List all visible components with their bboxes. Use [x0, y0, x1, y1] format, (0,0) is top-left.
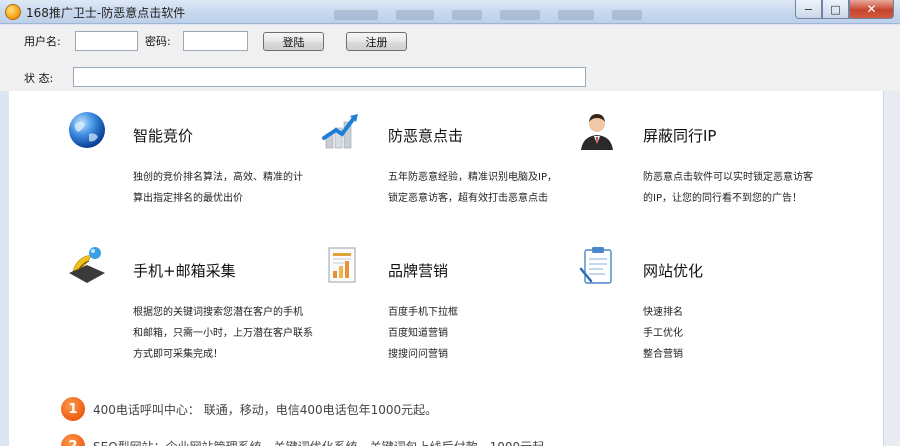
feature-title: 屏蔽同行IP	[643, 127, 717, 145]
username-input[interactable]	[75, 31, 138, 51]
maximize-button[interactable]: □	[822, 0, 849, 19]
login-form: 用户名: 密码: 登陆 注册 状 态:	[0, 25, 900, 91]
feature-line: 根据您的关键词搜索您潜在客户的手机	[133, 307, 303, 318]
background-window-ghost	[334, 5, 694, 20]
feature-line: 百度知道营销	[388, 328, 448, 339]
feature-description: 独创的竞价排名算法，高效、精准的计 算出指定排名的最优出价	[133, 167, 323, 209]
feature-line: 和邮箱，只需一小时，上万潜在客户联系	[133, 328, 313, 339]
feature-title: 网站优化	[643, 262, 704, 280]
chart-arrow-icon	[322, 114, 358, 149]
businessman-icon	[581, 114, 613, 150]
feature-line: 算出指定排名的最优出价	[133, 193, 243, 204]
login-button[interactable]: 登陆	[263, 32, 324, 51]
status-field[interactable]	[73, 67, 586, 87]
content-panel: 智能竞价 独创的竞价排名算法，高效、精准的计 算出指定排名的最优出价 防恶意点击…	[9, 91, 883, 446]
feature-title: 防恶意点击	[388, 127, 464, 145]
info-text: SEO型网站：企业网站管理系统，关键词优化系统，关键词包上线后付款，1000元起	[93, 438, 544, 446]
title-bar: 168推广卫士-防恶意点击软件 − □ ✕	[0, 0, 900, 24]
feature-line: 五年防恶意经验，精准识别电脑及IP，	[388, 172, 557, 183]
feature-line: 锁定恶意访客，超有效打击恶意点击	[388, 193, 548, 204]
password-input[interactable]	[183, 31, 248, 51]
document-chart-icon	[328, 247, 356, 283]
feature-description: 百度手机下拉框 百度知道营销 搜搜问问营销	[388, 302, 578, 365]
status-label: 状 态:	[24, 72, 54, 85]
feature-line: 整合营销	[643, 349, 683, 360]
number-badge: 1	[61, 397, 85, 421]
info-row-seo-website: 2 SEO型网站：企业网站管理系统，关键词优化系统，关键词包上线后付款，1000…	[61, 434, 544, 446]
satellite-dish-icon	[69, 247, 105, 283]
feature-title: 手机+邮箱采集	[133, 262, 236, 280]
feature-line: 防恶意点击软件可以实时锁定恶意访客	[643, 172, 813, 183]
vertical-scrollbar[interactable]	[883, 91, 900, 446]
username-label: 用户名:	[24, 35, 61, 48]
feature-title: 智能竞价	[133, 127, 194, 145]
password-label: 密码:	[145, 35, 171, 48]
feature-line: 独创的竞价排名算法，高效、精准的计	[133, 172, 303, 183]
minimize-button[interactable]: −	[795, 0, 822, 19]
feature-line: 搜搜问问营销	[388, 349, 448, 360]
info-text: 400电话呼叫中心： 联通，移动，电信400电话包年1000元起。	[93, 402, 438, 417]
feature-description: 五年防恶意经验，精准识别电脑及IP， 锁定恶意访客，超有效打击恶意点击	[388, 167, 578, 209]
feature-line: 手工优化	[643, 328, 683, 339]
register-button[interactable]: 注册	[346, 32, 407, 51]
feature-line: 的IP，让您的同行看不到您的广告！	[643, 193, 802, 204]
feature-line: 快速排名	[643, 307, 683, 318]
info-row-400-call: 1 400电话呼叫中心： 联通，移动，电信400电话包年1000元起。	[61, 397, 437, 421]
close-button[interactable]: ✕	[849, 0, 894, 19]
globe-icon	[69, 112, 105, 148]
feature-line: 百度手机下拉框	[388, 307, 458, 318]
number-badge: 2	[61, 434, 85, 446]
feature-description: 快速排名 手工优化 整合营销	[643, 302, 833, 365]
window-controls: − □ ✕	[795, 0, 894, 19]
feature-description: 根据您的关键词搜索您潜在客户的手机 和邮箱，只需一小时，上万潜在客户联系 方式即…	[133, 302, 323, 365]
app-logo-icon	[5, 4, 21, 20]
window-title: 168推广卫士-防恶意点击软件	[26, 6, 186, 20]
clipboard-icon	[579, 247, 612, 284]
feature-title: 品牌营销	[388, 262, 449, 280]
feature-description: 防恶意点击软件可以实时锁定恶意访客 的IP，让您的同行看不到您的广告！	[643, 167, 833, 209]
feature-line: 方式即可采集完成！	[133, 349, 223, 360]
